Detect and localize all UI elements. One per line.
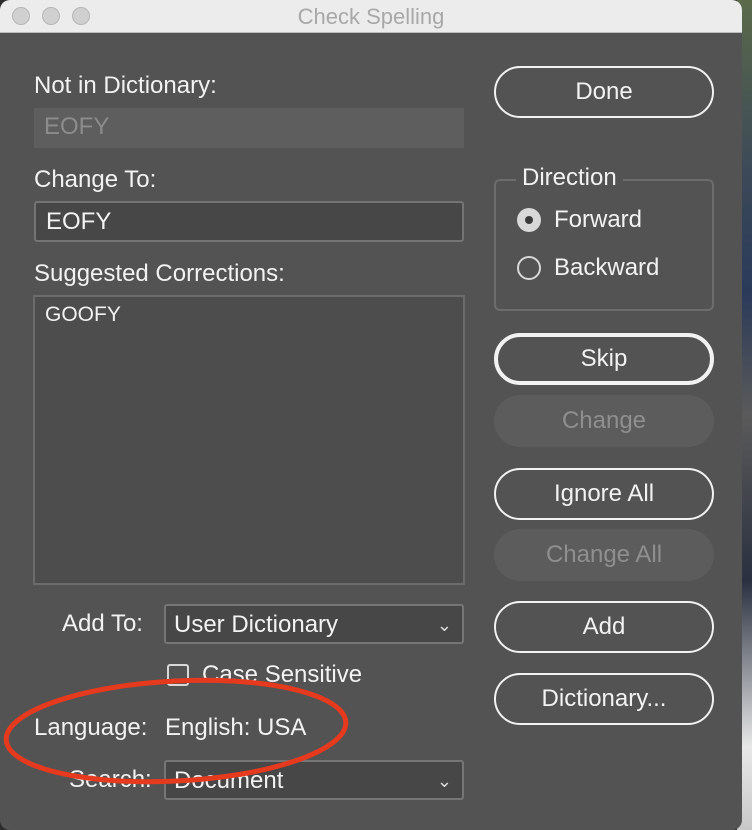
not-in-dictionary-field: EOFY	[34, 108, 464, 148]
skip-button[interactable]: Skip	[494, 333, 714, 385]
add-button[interactable]: Add	[494, 601, 714, 653]
add-to-select[interactable]: User Dictionary ⌄	[164, 604, 464, 644]
change-to-input[interactable]: EOFY	[34, 201, 464, 242]
add-to-value: User Dictionary	[174, 611, 339, 638]
check-spelling-dialog: Check Spelling Not in Dictionary: EOFY C…	[0, 0, 742, 830]
language-value: English: USA	[165, 714, 307, 741]
add-to-label: Add To:	[62, 610, 143, 637]
backward-radio[interactable]	[517, 256, 541, 280]
chevron-down-icon: ⌄	[436, 771, 452, 791]
language-label: Language:	[34, 714, 148, 741]
title-bar: Check Spelling	[0, 0, 742, 33]
chevron-down-icon: ⌄	[436, 615, 452, 635]
not-in-dictionary-label: Not in Dictionary:	[34, 72, 217, 99]
change-to-label: Change To:	[34, 166, 157, 193]
dictionary-button[interactable]: Dictionary...	[494, 673, 714, 725]
backward-label: Backward	[554, 254, 660, 281]
forward-label: Forward	[554, 206, 643, 233]
forward-radio[interactable]	[517, 208, 541, 232]
search-select[interactable]: Document ⌄	[164, 760, 464, 800]
window-title: Check Spelling	[297, 4, 445, 29]
list-item[interactable]: GOOFY	[45, 303, 121, 327]
case-sensitive-checkbox[interactable]	[167, 664, 189, 686]
change-all-button[interactable]: Change All	[494, 529, 714, 581]
suggested-corrections-label: Suggested Corrections:	[34, 260, 285, 287]
change-button[interactable]: Change	[494, 395, 714, 447]
direction-group	[494, 179, 714, 311]
search-value: Document	[174, 767, 284, 794]
search-label: Search:	[69, 766, 152, 793]
suggested-corrections-list[interactable]: GOOFY	[33, 295, 465, 585]
direction-title: Direction	[516, 164, 623, 192]
done-button[interactable]: Done	[494, 66, 714, 118]
case-sensitive-label: Case Sensitive	[202, 661, 363, 688]
ignore-all-button[interactable]: Ignore All	[494, 468, 714, 520]
